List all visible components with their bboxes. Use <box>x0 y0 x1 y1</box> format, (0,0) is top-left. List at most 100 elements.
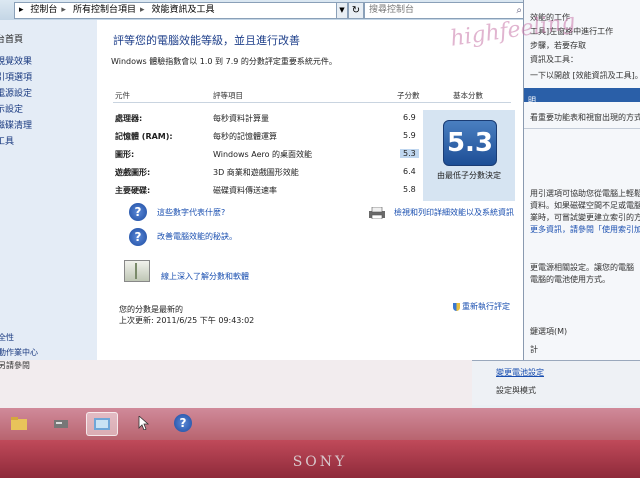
link-print-details[interactable]: 檢視和列印詳細效能以及系統資訊 <box>394 207 514 218</box>
table-row: 圖形: Windows Aero 的桌面效能 5.3 <box>113 146 423 164</box>
help-window: 效能的工作 工具]左窗格中進行工作 步驟，若要存取 資訊及工具： 一下以開啟 [… <box>523 0 640 360</box>
score-status: 您的分數是最新的 <box>119 305 183 314</box>
taskbar-drive-button[interactable] <box>46 412 76 434</box>
row-component: 圖形: <box>115 150 135 159</box>
taskbar-explorer-button[interactable] <box>4 412 34 434</box>
nav-visual-effects[interactable]: 視覺效果 <box>0 54 32 67</box>
folder-icon <box>11 417 27 430</box>
taskbar-help-button[interactable]: ? <box>168 412 198 434</box>
help-line: 資訊及工具： <box>530 55 578 64</box>
help-icon[interactable]: ? <box>129 228 147 246</box>
table-row: 記憶體 (RAM): 每秒的記憶體運算 5.9 <box>113 128 423 146</box>
software-icon <box>124 260 150 282</box>
column-subscore: 子分數 <box>397 91 420 100</box>
link-what-numbers[interactable]: 這些數字代表什麼? <box>157 207 225 218</box>
help-line: 業時，可嘗試變更建立索引的方式 <box>530 213 640 222</box>
help-line: 步驟，若要存取 <box>530 41 586 50</box>
row-subscore: 5.3 <box>400 149 419 158</box>
help-icon: ? <box>174 414 192 432</box>
rerun-assessment-link[interactable]: 重新執行評定 <box>453 301 510 312</box>
row-subscore: 6.9 <box>403 113 416 122</box>
help-line: 更電源相關設定。讓您的電腦 <box>530 263 634 272</box>
help-line: 看重要功能表和視窗出現的方式 <box>530 113 640 122</box>
column-rated: 評等項目 <box>213 91 243 100</box>
help-line: 資料。如果磁碟空間不足或電腦速 <box>530 201 640 210</box>
row-description: 3D 商業和遊戲圖形效能 <box>213 168 299 177</box>
see-also-heading: 另請參閱 <box>0 361 30 370</box>
breadcrumb-performance[interactable]: 效能資訊及工具 <box>152 5 215 15</box>
search-input[interactable]: 搜尋控制台 ⌕ <box>364 2 526 19</box>
help-banner-label: 明 <box>528 96 536 105</box>
shield-icon <box>453 302 460 311</box>
brand-logo: SONY <box>292 454 348 470</box>
nav-disk-cleanup[interactable]: 磁碟清理 <box>0 118 32 131</box>
breadcrumb-separator: ▸ <box>139 5 145 15</box>
main-panel: 評等您的電腦效能等級，並且進行改善 Windows 體驗指數會以 1.0 到 7… <box>97 20 523 360</box>
last-update: 上次更新: 2011/6/25 下午 09:43:02 <box>119 316 255 325</box>
row-component: 記憶體 (RAM): <box>115 132 173 141</box>
change-battery-link[interactable]: 變更電池設定 <box>496 367 544 378</box>
table-row: 處理器: 每秒資料計算量 6.9 <box>113 110 423 128</box>
base-score-panel: 5.3 由最低子分數決定 <box>423 110 515 201</box>
screen: ▸ 控制台 ▸ 所有控制台項目 ▸ 效能資訊及工具 ▼ ↻ 搜尋控制台 ⌕ 台首頁 視覺… <box>0 0 640 440</box>
breadcrumb[interactable]: ▸ 控制台 ▸ 所有控制台項目 ▸ 效能資訊及工具 <box>14 2 338 19</box>
control-panel-icon <box>94 418 110 430</box>
help-line: 計 <box>530 345 538 354</box>
base-score-caption: 由最低子分數決定 <box>437 171 501 180</box>
taskbar-control-panel-button[interactable] <box>86 412 118 436</box>
intro-text: Windows 體驗指數會以 1.0 到 7.9 的分數評定重要系統元件。 <box>111 57 337 66</box>
row-description: 磁碟資料傳送速率 <box>213 186 277 195</box>
link-improve-tips[interactable]: 改善電腦效能的秘訣。 <box>157 231 237 242</box>
help-line: 電腦的電池使用方式。 <box>530 275 610 284</box>
drive-icon <box>54 420 68 428</box>
nav-display-settings[interactable]: 示設定 <box>0 102 23 115</box>
left-nav: 台首頁 視覺效果 引項選項 電源設定 示設定 磁碟清理 工具 <box>0 20 97 360</box>
row-component: 處理器: <box>115 114 143 123</box>
taskbar: ? <box>0 408 640 440</box>
breadcrumb-control-panel[interactable]: 控制台 <box>30 5 57 15</box>
nav-action-center[interactable]: 動作業中心 <box>0 347 38 358</box>
row-description: 每秒的記憶體運算 <box>213 132 277 141</box>
link-learn-online[interactable]: 線上深入了解分數和軟體 <box>161 271 249 282</box>
refresh-button[interactable]: ↻ <box>348 2 364 19</box>
row-subscore: 6.4 <box>403 167 416 176</box>
row-component: 遊戲圖形: <box>115 168 151 177</box>
left-see-also: 另請參閱 全性 動作業中心 <box>0 333 472 408</box>
help-link[interactable]: 更多資訊，請參閱「使用索引加快 <box>530 224 640 235</box>
base-score-badge: 5.3 <box>443 120 497 166</box>
column-component: 元件 <box>115 91 130 100</box>
nav-security[interactable]: 全性 <box>0 332 14 343</box>
breadcrumb-all-items[interactable]: 所有控制台項目 <box>73 5 136 15</box>
row-component: 主要硬碟: <box>115 186 151 195</box>
help-footer: 變更電池設定 設定與模式 <box>472 360 640 405</box>
page-title: 評等您的電腦效能等級，並且進行改善 <box>113 34 300 47</box>
help-icon[interactable]: ? <box>129 203 147 221</box>
address-bar: ▸ 控制台 ▸ 所有控制台項目 ▸ 效能資訊及工具 ▼ ↻ 搜尋控制台 ⌕ <box>0 0 530 21</box>
search-placeholder: 搜尋控制台 <box>369 5 415 15</box>
help-line: 一下以開啟 [效能資訊及工具]。 <box>530 71 640 80</box>
nav-indexing-options[interactable]: 引項選項 <box>0 70 32 83</box>
row-subscore: 5.9 <box>403 131 416 140</box>
table-row: 主要硬碟: 磁碟資料傳送速率 5.8 <box>113 182 423 200</box>
nav-tools[interactable]: 工具 <box>0 134 14 147</box>
breadcrumb-separator: ▸ <box>61 5 66 15</box>
nav-power-settings[interactable]: 電源設定 <box>0 86 32 99</box>
nav-control-panel-home[interactable]: 台首頁 <box>0 32 23 45</box>
settings-mode-text: 設定與模式 <box>496 386 536 395</box>
column-base-score: 基本分數 <box>453 91 483 100</box>
cursor-icon <box>138 416 150 430</box>
printer-icon <box>369 207 385 219</box>
table-row: 遊戲圖形: 3D 商業和遊戲圖形效能 6.4 <box>113 164 423 182</box>
breadcrumb-arrow-icon: ▸ <box>19 5 24 15</box>
help-section-banner: 明 <box>524 88 640 105</box>
address-dropdown-button[interactable]: ▼ <box>336 2 348 19</box>
table-header: 元件 評等項目 子分數 基本分數 <box>113 90 511 103</box>
divider <box>524 128 640 129</box>
help-line: 鍵選項(M) <box>530 327 568 336</box>
row-subscore: 5.8 <box>403 185 416 194</box>
taskbar-cursor-button[interactable] <box>128 412 158 434</box>
row-description: 每秒資料計算量 <box>213 114 269 123</box>
row-description: Windows Aero 的桌面效能 <box>213 150 313 159</box>
help-line: 用引選項可協助您從電腦上輕鬆迅 <box>530 189 640 198</box>
rerun-label: 重新執行評定 <box>462 302 510 311</box>
